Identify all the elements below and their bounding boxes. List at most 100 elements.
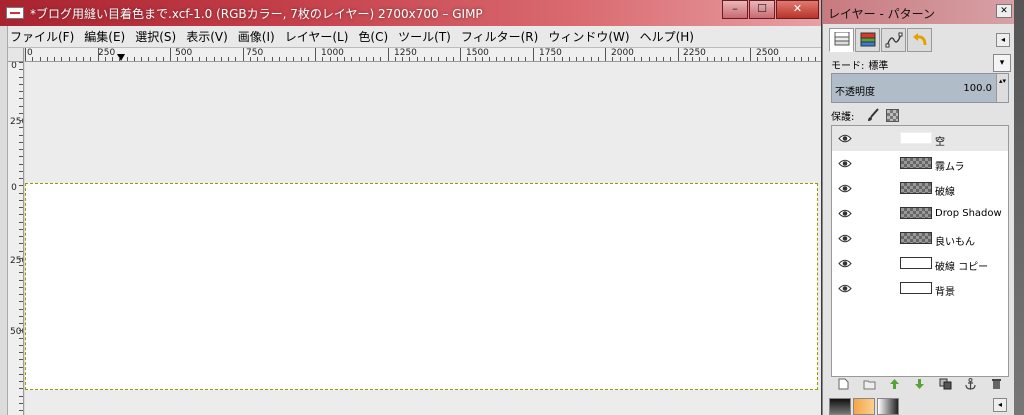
mode-value[interactable]: 標準 bbox=[868, 57, 888, 72]
layer-name[interactable]: 空 bbox=[935, 133, 945, 148]
raise-layer-icon[interactable] bbox=[888, 378, 901, 390]
layer-group-icon[interactable] bbox=[863, 378, 876, 390]
visibility-eye-icon[interactable] bbox=[838, 133, 852, 144]
ruler-tick bbox=[395, 57, 396, 61]
vertical-ruler[interactable]: 0 250 0 250 500 bbox=[8, 62, 24, 415]
layer-name[interactable]: Drop Shadow bbox=[935, 208, 1002, 219]
horizontal-ruler[interactable]: 0 250 500 750 1000 1250 1500 1750 2000 2… bbox=[25, 48, 821, 62]
ruler-tick bbox=[69, 57, 70, 61]
tab-gradients[interactable] bbox=[877, 398, 899, 415]
dock-bottom-menu-button[interactable]: ◂ bbox=[993, 398, 1007, 412]
lock-pixels-brush-icon[interactable] bbox=[866, 108, 880, 122]
lock-label: 保護: bbox=[831, 111, 855, 123]
visibility-eye-icon[interactable] bbox=[838, 233, 852, 244]
mode-label: モード: bbox=[831, 60, 865, 72]
ruler-tick bbox=[424, 57, 425, 61]
layer-name[interactable]: 良いもん bbox=[935, 233, 975, 248]
ruler-tick bbox=[170, 48, 171, 61]
ruler-tick bbox=[692, 57, 693, 61]
layer-row[interactable]: 破線 コピー bbox=[832, 251, 1008, 276]
canvas-viewport[interactable] bbox=[25, 62, 821, 415]
ruler-tick bbox=[388, 48, 389, 61]
layer-row[interactable]: 空 bbox=[832, 126, 1008, 151]
visibility-eye-icon[interactable] bbox=[838, 208, 852, 219]
ruler-tick bbox=[417, 57, 418, 61]
layer-row[interactable]: 背景 bbox=[832, 276, 1008, 301]
anchor-icon[interactable] bbox=[964, 378, 977, 390]
ruler-tick bbox=[19, 98, 23, 99]
screen-edge bbox=[1014, 0, 1024, 415]
ruler-tick bbox=[119, 57, 120, 61]
menu-view[interactable]: 表示(V) bbox=[186, 28, 228, 45]
layer-row[interactable]: 霧ムラ bbox=[832, 151, 1008, 176]
ruler-tick bbox=[228, 57, 229, 61]
maximize-button[interactable]: ☐ bbox=[749, 0, 775, 19]
tab-channels[interactable] bbox=[855, 28, 880, 52]
lower-layer-icon[interactable] bbox=[913, 378, 926, 390]
tab-paths[interactable] bbox=[881, 28, 906, 52]
duplicate-layer-icon[interactable] bbox=[939, 378, 952, 390]
visibility-eye-icon[interactable] bbox=[838, 158, 852, 169]
ruler-tick bbox=[315, 48, 316, 61]
ruler-tick bbox=[19, 178, 23, 179]
menu-file[interactable]: ファイル(F) bbox=[10, 28, 74, 45]
tab-layers[interactable] bbox=[829, 28, 854, 52]
layer-name[interactable]: 霧ムラ bbox=[935, 158, 965, 173]
close-button[interactable]: ✕ bbox=[776, 0, 819, 19]
menu-select[interactable]: 選択(S) bbox=[135, 28, 176, 45]
layer-name[interactable]: 破線 bbox=[935, 183, 955, 198]
delete-layer-icon[interactable] bbox=[990, 378, 1003, 390]
ruler-tick bbox=[808, 57, 809, 61]
opacity-spin-buttons[interactable]: ▴▾ bbox=[996, 74, 1008, 102]
visibility-eye-icon[interactable] bbox=[838, 183, 852, 194]
menu-tools[interactable]: ツール(T) bbox=[398, 28, 451, 45]
layer-name[interactable]: 背景 bbox=[935, 283, 955, 298]
ruler-tick bbox=[721, 57, 722, 61]
layer-row[interactable]: 良いもん bbox=[832, 226, 1008, 251]
dock-menu-button[interactable]: ◂ bbox=[996, 33, 1010, 47]
ruler-tick bbox=[359, 57, 360, 61]
dock-close-button[interactable]: ✕ bbox=[996, 4, 1012, 18]
menu-help[interactable]: ヘルプ(H) bbox=[640, 28, 694, 45]
lock-alpha-icon[interactable] bbox=[886, 108, 900, 122]
ruler-tick bbox=[90, 57, 91, 61]
ruler-tick bbox=[649, 57, 650, 61]
title-bar[interactable]: *ブログ用縫い目着色まで.xcf-1.0 (RGBカラー, 7枚のレイヤー) 2… bbox=[0, 0, 821, 26]
ruler-tick bbox=[402, 57, 403, 61]
new-layer-icon[interactable] bbox=[837, 378, 850, 390]
ruler-tick bbox=[438, 57, 439, 61]
quick-mask-toggle[interactable] bbox=[8, 48, 24, 62]
ruler-label: 250 bbox=[10, 256, 23, 266]
minimize-button[interactable]: – bbox=[722, 0, 748, 19]
ruler-tick bbox=[19, 381, 23, 382]
dock-title-bar[interactable]: レイヤー - パターン ✕ bbox=[823, 0, 1015, 24]
tab-patterns[interactable] bbox=[853, 398, 875, 415]
ruler-tick bbox=[19, 149, 23, 150]
ruler-tick bbox=[19, 301, 23, 302]
ruler-tick bbox=[547, 57, 548, 61]
tab-brushes[interactable] bbox=[829, 398, 851, 415]
menu-edit[interactable]: 編集(E) bbox=[84, 28, 125, 45]
menu-layer[interactable]: レイヤー(L) bbox=[285, 28, 349, 45]
layer-row[interactable]: 破線 bbox=[832, 176, 1008, 201]
ruler-tick bbox=[19, 113, 23, 114]
ruler-tick bbox=[489, 57, 490, 61]
menu-windows[interactable]: ウィンドウ(W) bbox=[548, 28, 629, 45]
menu-filters[interactable]: フィルター(R) bbox=[461, 28, 538, 45]
image-canvas[interactable] bbox=[25, 183, 818, 390]
opacity-slider[interactable]: 不透明度 100.0 ▴▾ bbox=[831, 73, 1009, 103]
ruler-tick bbox=[750, 48, 751, 61]
ruler-tick bbox=[533, 48, 534, 61]
ruler-tick bbox=[351, 57, 352, 61]
dock-title: レイヤー - パターン bbox=[828, 7, 935, 21]
layer-name[interactable]: 破線 コピー bbox=[935, 258, 988, 273]
opacity-value[interactable]: 100.0 bbox=[963, 83, 992, 94]
layer-row[interactable]: Drop Shadow bbox=[832, 201, 1008, 226]
visibility-eye-icon[interactable] bbox=[838, 283, 852, 294]
layer-thumbnail bbox=[900, 232, 932, 244]
visibility-eye-icon[interactable] bbox=[838, 258, 852, 269]
mode-dropdown-button[interactable]: ▾ bbox=[993, 54, 1011, 72]
menu-image[interactable]: 画像(I) bbox=[238, 28, 275, 45]
tab-undo-history[interactable] bbox=[907, 28, 932, 52]
menu-colors[interactable]: 色(C) bbox=[358, 28, 388, 45]
